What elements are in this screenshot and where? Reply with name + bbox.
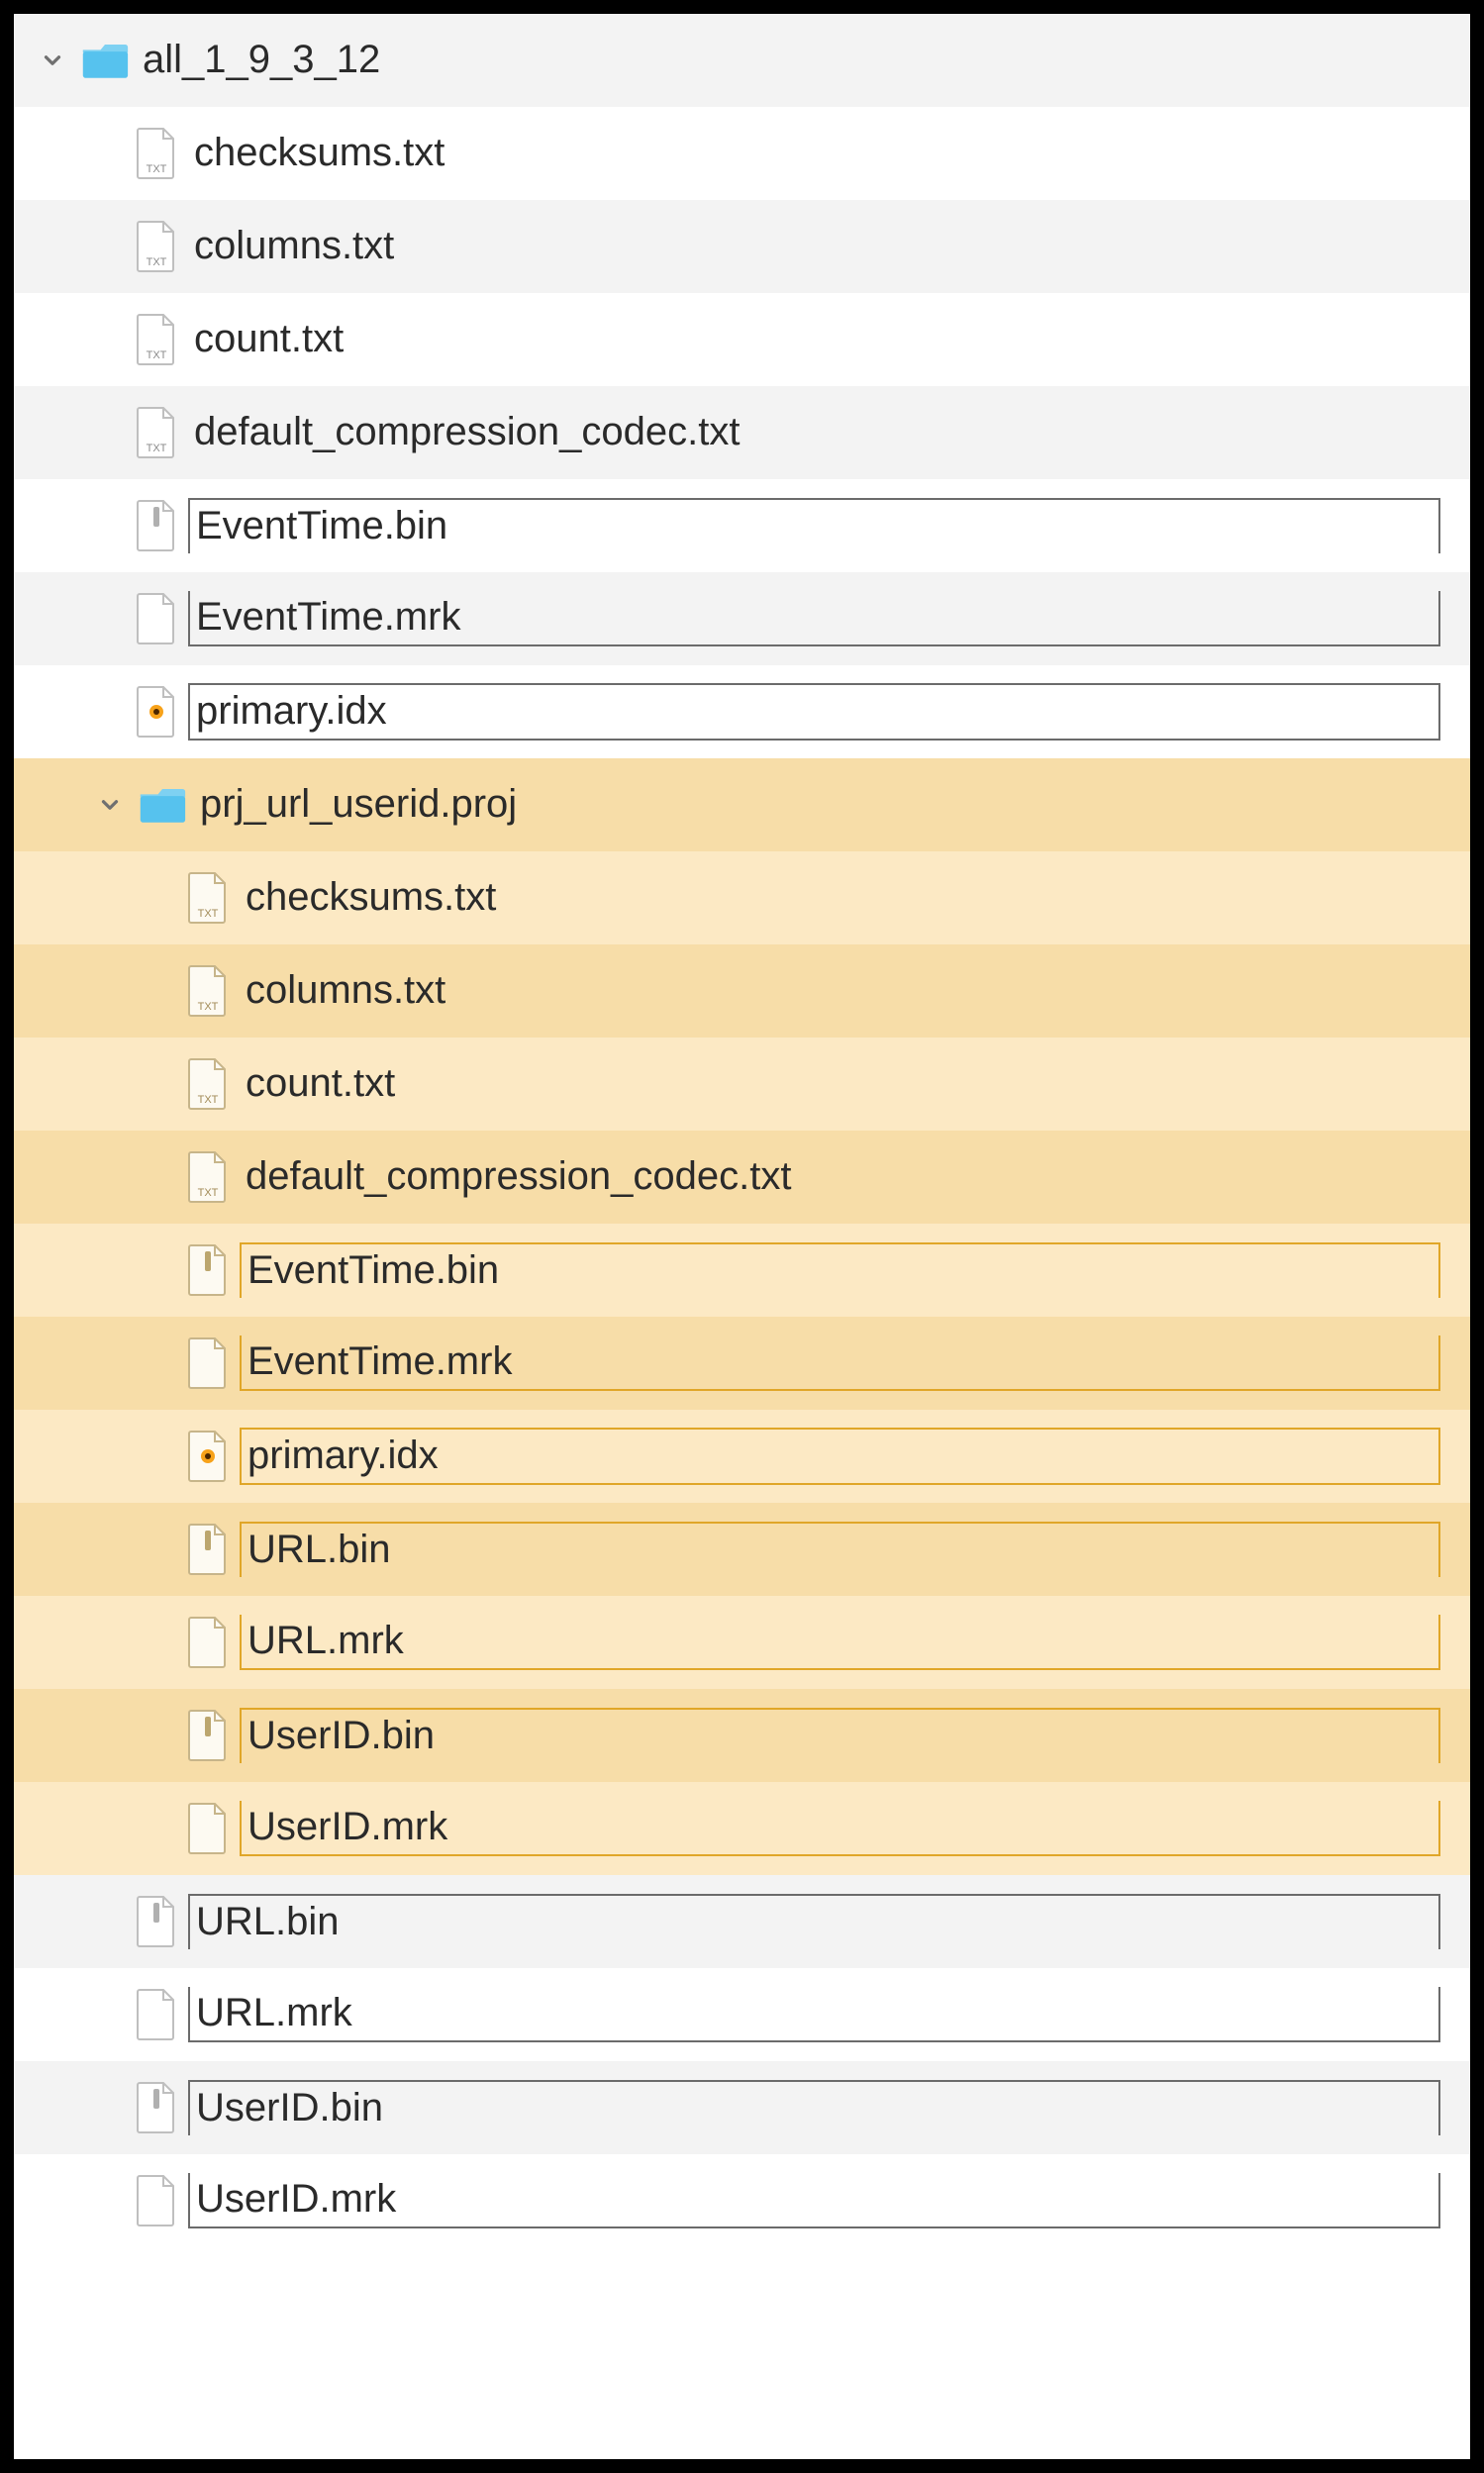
bin-file-icon (184, 1708, 232, 1763)
generic-file-icon (133, 591, 180, 646)
tree-item-label: checksums.txt (240, 871, 502, 925)
chevron-down-icon[interactable] (95, 790, 125, 820)
file-tree: all_1_9_3_12 TXT checksums.txt TXT colum… (14, 14, 1470, 2459)
idx-file-icon (184, 1429, 232, 1484)
tree-item-label: columns.txt (240, 964, 451, 1018)
tree-row[interactable]: TXT count.txt (14, 1038, 1470, 1131)
tree-item-label: primary.idx (188, 683, 1440, 741)
tree-row[interactable]: URL.mrk (14, 1968, 1470, 2061)
tree-row[interactable]: UserID.mrk (14, 1782, 1470, 1875)
tree-row[interactable]: EventTime.mrk (14, 572, 1470, 665)
tree-item-label: URL.mrk (240, 1615, 1440, 1670)
tree-row[interactable]: TXT checksums.txt (14, 851, 1470, 944)
tree-item-label: UserID.bin (188, 2080, 1440, 2135)
txt-file-icon: TXT (133, 219, 180, 274)
tree-item-label: UserID.mrk (188, 2173, 1440, 2228)
txt-file-icon: TXT (184, 963, 232, 1019)
tree-row[interactable]: UserID.mrk (14, 2154, 1470, 2247)
txt-file-icon: TXT (133, 126, 180, 181)
bin-file-icon (184, 1522, 232, 1577)
tree-item-label: checksums.txt (188, 127, 450, 180)
svg-text:TXT: TXT (198, 908, 219, 920)
tree-row[interactable]: TXT checksums.txt (14, 107, 1470, 200)
txt-file-icon: TXT (184, 1056, 232, 1112)
tree-item-label: prj_url_userid.proj (194, 778, 523, 832)
folder-icon (81, 33, 129, 88)
tree-row[interactable]: UserID.bin (14, 2061, 1470, 2154)
tree-item-label: default_compression_codec.txt (188, 406, 745, 459)
tree-item-label: UserID.mrk (240, 1801, 1440, 1856)
tree-row[interactable]: URL.bin (14, 1875, 1470, 1968)
tree-row[interactable]: EventTime.bin (14, 1224, 1470, 1317)
tree-item-label: URL.mrk (188, 1987, 1440, 2042)
generic-file-icon (184, 1335, 232, 1391)
tree-item-label: columns.txt (188, 220, 400, 273)
generic-file-icon (184, 1615, 232, 1670)
tree-row[interactable]: UserID.bin (14, 1689, 1470, 1782)
tree-item-label: count.txt (188, 313, 349, 366)
generic-file-icon (133, 2173, 180, 2228)
generic-file-icon (133, 1987, 180, 2042)
tree-item-label: primary.idx (240, 1428, 1440, 1485)
tree-item-label: UserID.bin (240, 1708, 1440, 1763)
bin-file-icon (184, 1242, 232, 1298)
tree-item-label: default_compression_codec.txt (240, 1150, 797, 1204)
txt-file-icon: TXT (184, 870, 232, 926)
svg-text:TXT: TXT (198, 1187, 219, 1199)
tree-row[interactable]: TXT default_compression_codec.txt (14, 386, 1470, 479)
txt-file-icon: TXT (133, 312, 180, 367)
svg-text:TXT: TXT (198, 1001, 219, 1013)
tree-row[interactable]: TXT default_compression_codec.txt (14, 1131, 1470, 1224)
svg-text:TXT: TXT (147, 163, 167, 175)
svg-text:TXT: TXT (198, 1094, 219, 1106)
folder-icon (139, 777, 186, 833)
txt-file-icon: TXT (184, 1149, 232, 1205)
bin-file-icon (133, 2080, 180, 2135)
tree-row[interactable]: EventTime.bin (14, 479, 1470, 572)
tree-row[interactable]: prj_url_userid.proj (14, 758, 1470, 851)
generic-file-icon (184, 1801, 232, 1856)
tree-row[interactable]: all_1_9_3_12 (14, 14, 1470, 107)
tree-row[interactable]: TXT count.txt (14, 293, 1470, 386)
tree-item-label: all_1_9_3_12 (137, 34, 386, 87)
tree-item-label: EventTime.mrk (188, 591, 1440, 646)
svg-text:TXT: TXT (147, 443, 167, 454)
tree-row[interactable]: TXT columns.txt (14, 944, 1470, 1038)
tree-row[interactable]: primary.idx (14, 665, 1470, 758)
tree-item-label: URL.bin (240, 1522, 1440, 1577)
tree-row[interactable]: URL.bin (14, 1503, 1470, 1596)
bin-file-icon (133, 1894, 180, 1949)
svg-text:TXT: TXT (147, 349, 167, 361)
svg-text:TXT: TXT (147, 256, 167, 268)
tree-row[interactable]: EventTime.mrk (14, 1317, 1470, 1410)
tree-item-label: count.txt (240, 1057, 401, 1111)
tree-item-label: URL.bin (188, 1894, 1440, 1949)
tree-row[interactable]: TXT columns.txt (14, 200, 1470, 293)
tree-row[interactable]: primary.idx (14, 1410, 1470, 1503)
tree-item-label: EventTime.bin (188, 498, 1440, 553)
txt-file-icon: TXT (133, 405, 180, 460)
tree-item-label: EventTime.mrk (240, 1335, 1440, 1391)
bin-file-icon (133, 498, 180, 553)
tree-row[interactable]: URL.mrk (14, 1596, 1470, 1689)
idx-file-icon (133, 684, 180, 740)
tree-item-label: EventTime.bin (240, 1242, 1440, 1298)
chevron-down-icon[interactable] (38, 46, 67, 75)
